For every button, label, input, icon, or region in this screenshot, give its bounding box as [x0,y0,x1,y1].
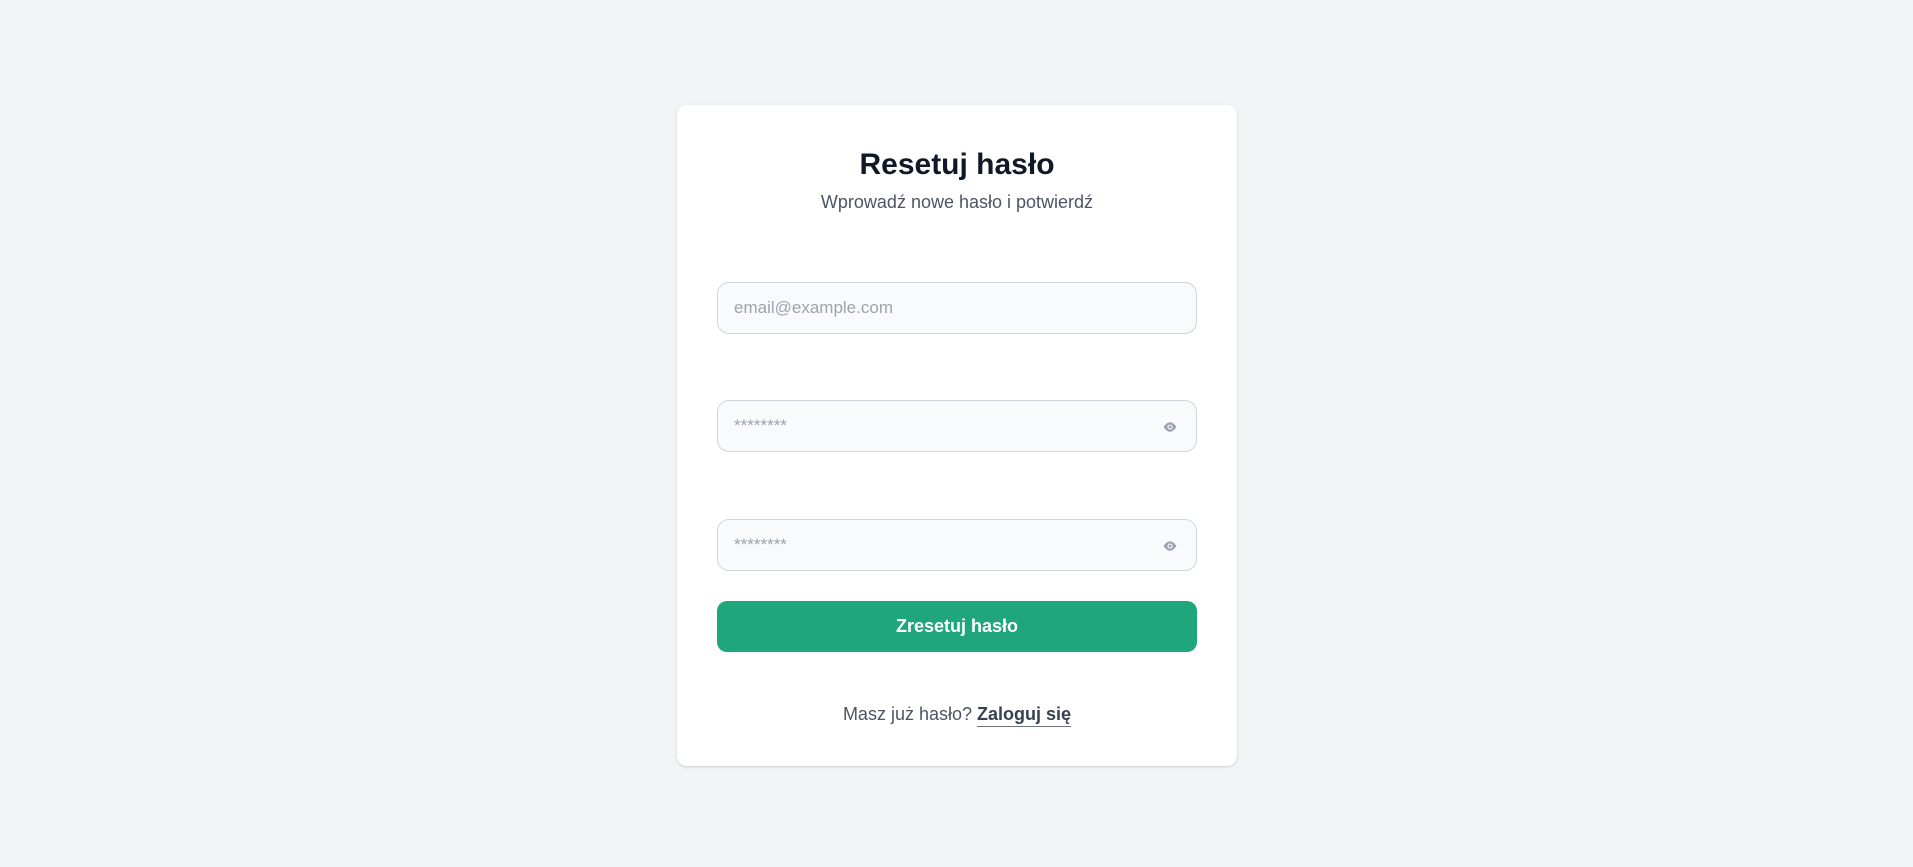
confirm-password-field[interactable] [718,520,1196,570]
reset-password-card: Resetuj hasło Wprowadź nowe hasło i potw… [677,105,1237,766]
login-prompt: Masz już hasło? Zaloguj się [677,704,1237,727]
password-field[interactable] [718,401,1196,451]
page-subtitle: Wprowadź nowe hasło i potwierdź [820,192,1094,212]
eye-icon[interactable] [1160,536,1180,556]
eye-icon-glyph [1163,541,1177,551]
email-field-wrapper [717,282,1197,334]
eye-icon[interactable] [1160,417,1180,437]
page-title: Resetuj hasło [859,148,1055,181]
login-prompt-text: Masz już hasło? [842,704,972,724]
login-link[interactable]: Zaloguj się [977,704,1072,727]
password-field-wrapper [717,400,1197,452]
eye-icon-glyph [1163,422,1177,432]
confirm-password-field-wrapper [717,519,1197,571]
reset-password-button[interactable]: Zresetuj hasło [717,601,1197,652]
email-field[interactable] [718,283,1196,333]
